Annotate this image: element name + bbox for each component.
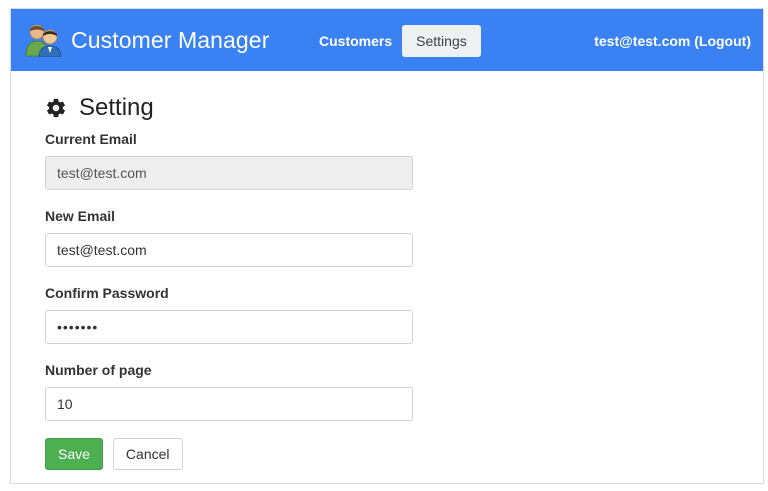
form-actions: Save Cancel [45, 438, 445, 470]
current-email-group: Current Email [45, 131, 445, 190]
page-title: Setting [45, 93, 445, 123]
brand[interactable]: Customer Manager [25, 23, 270, 58]
users-icon [25, 23, 65, 58]
cancel-button[interactable]: Cancel [112, 438, 183, 470]
new-email-label: New Email [45, 208, 116, 224]
nav-customers[interactable]: Customers [309, 25, 402, 57]
save-button[interactable]: Save [45, 438, 103, 470]
user-logout-link[interactable]: test@test.com (Logout) [594, 33, 751, 49]
current-email-label: Current Email [45, 131, 137, 147]
page-title-text: Setting [79, 94, 154, 121]
page-count-label: Number of page [45, 362, 152, 378]
current-email-field [45, 156, 413, 190]
new-email-field[interactable] [45, 233, 413, 267]
settings-form: Setting Current Email New Email Confirm … [45, 93, 445, 470]
app-window: Customer Manager Customers Settings test… [10, 8, 764, 484]
confirm-password-group: Confirm Password [45, 285, 445, 344]
nav-links: Customers Settings [309, 25, 481, 57]
new-email-group: New Email [45, 208, 445, 267]
confirm-password-field[interactable] [45, 310, 413, 344]
page-count-field[interactable] [45, 387, 413, 421]
page-count-group: Number of page [45, 362, 445, 421]
navbar: Customer Manager Customers Settings test… [11, 9, 763, 71]
brand-title: Customer Manager [71, 26, 270, 53]
gear-icon [45, 97, 67, 119]
nav-settings[interactable]: Settings [402, 25, 481, 57]
confirm-password-label: Confirm Password [45, 285, 169, 301]
